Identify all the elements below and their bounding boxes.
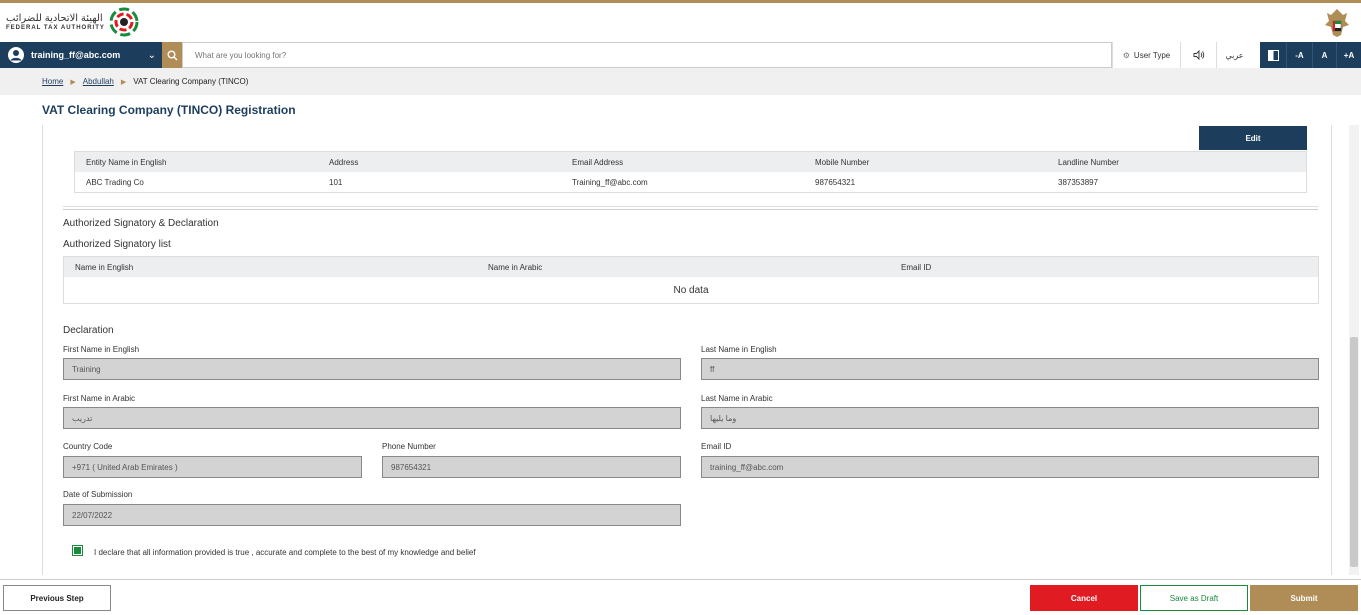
form-footer: Previous Step Cancel Save as Draft Submi… — [0, 579, 1361, 615]
mobile-cell: 987654321 — [815, 177, 856, 187]
search-icon — [167, 50, 177, 60]
user-avatar-icon — [8, 47, 24, 63]
logo-arabic-text: الهيئة الاتحادية للضرائب — [6, 12, 103, 24]
user-type-label: User Type — [1133, 50, 1171, 60]
search-button[interactable] — [162, 42, 182, 68]
logo-text: الهيئة الاتحادية للضرائب FEDERAL TAX AUT… — [6, 13, 105, 32]
last-name-en-label: Last Name in English — [701, 345, 777, 354]
checkbox-checked-mark — [74, 547, 81, 554]
email-id-field[interactable]: training_ff@abc.com — [701, 456, 1319, 478]
save-as-draft-button[interactable]: Save as Draft — [1140, 585, 1248, 611]
font-decrease-button[interactable]: -A — [1286, 42, 1312, 68]
table-header-row: Name in English Name in Arabic Email ID — [64, 257, 1318, 277]
audio-button[interactable] — [1180, 42, 1216, 68]
cancel-button[interactable]: Cancel — [1030, 585, 1138, 611]
speaker-icon — [1193, 50, 1204, 60]
scrollbar-thumb[interactable] — [1350, 337, 1358, 567]
column-header: Name in Arabic — [488, 262, 543, 272]
column-header: Address — [329, 157, 359, 167]
entity-details-panel: Edit Entity Name in English Address Emai… — [63, 125, 1318, 207]
column-header: Entity Name in English — [86, 157, 167, 167]
submit-button[interactable]: Submit — [1250, 585, 1358, 611]
declaration-title: Declaration — [63, 325, 114, 336]
entity-table: Entity Name in English Address Email Add… — [74, 151, 1307, 193]
table-row: ABC Trading Co 101 Training_ff@abc.com 9… — [75, 172, 1306, 192]
last-name-ar-label: Last Name in Arabic — [701, 394, 773, 403]
chevron-down-icon: ⌄ — [147, 49, 156, 61]
email-id-label: Email ID — [701, 442, 732, 451]
country-code-field[interactable]: +971 ( United Arab Emirates ) — [63, 456, 362, 478]
column-header: Landline Number — [1058, 157, 1119, 167]
authorized-section-title: Authorized Signatory & Declaration — [63, 218, 219, 229]
breadcrumb: Home ▶ Abdullah ▶ VAT Clearing Company (… — [0, 68, 1361, 95]
signatory-list-title: Authorized Signatory list — [63, 239, 171, 250]
gear-icon: ⚙ — [1122, 50, 1130, 60]
previous-step-button[interactable]: Previous Step — [3, 585, 111, 611]
breadcrumb-home[interactable]: Home — [42, 77, 63, 86]
empty-state: No data — [673, 284, 709, 296]
logo-english-text: FEDERAL TAX AUTHORITY — [6, 24, 105, 31]
first-name-en-field[interactable]: Training — [63, 358, 681, 380]
email-cell: Training_ff@abc.com — [572, 177, 648, 187]
declaration-checkbox[interactable] — [72, 545, 83, 556]
fta-logo[interactable]: الهيئة الاتحادية للضرائب FEDERAL TAX AUT… — [6, 7, 139, 37]
column-header: Email ID — [901, 262, 932, 272]
column-header: Name in English — [75, 262, 134, 272]
page-title: VAT Clearing Company (TINCO) Registratio… — [42, 103, 296, 117]
address-cell: 101 — [329, 177, 343, 187]
signatory-table: Name in English Name in Arabic Email ID … — [63, 256, 1319, 304]
first-name-en-label: First Name in English — [63, 345, 140, 354]
form-content: Edit Entity Name in English Address Emai… — [42, 125, 1332, 575]
font-increase-button[interactable]: +A — [1336, 42, 1361, 68]
section-divider — [63, 209, 1318, 210]
landline-cell: 387353897 — [1058, 177, 1099, 187]
search-box — [182, 42, 1112, 68]
edit-button[interactable]: Edit — [1199, 126, 1307, 150]
table-header-row: Entity Name in English Address Email Add… — [75, 152, 1306, 172]
breadcrumb-arrow-icon: ▶ — [70, 78, 76, 86]
contrast-icon — [1267, 49, 1279, 61]
site-header: الهيئة الاتحادية للضرائب FEDERAL TAX AUT… — [0, 3, 1361, 42]
last-name-en-field[interactable]: ff — [701, 358, 1319, 380]
breadcrumb-abdullah[interactable]: Abdullah — [83, 77, 114, 86]
date-of-submission-field[interactable]: 22/07/2022 — [63, 504, 681, 526]
declaration-text: I declare that all information provided … — [94, 548, 476, 557]
user-type-selector[interactable]: ⚙ User Type — [1112, 42, 1180, 68]
top-navbar: training_ff@abc.com ⌄ ⚙ User Type عربي -… — [0, 42, 1361, 68]
font-normal-button[interactable]: A — [1312, 42, 1336, 68]
page-scrollbar[interactable] — [1349, 125, 1359, 575]
language-toggle[interactable]: عربي — [1216, 42, 1252, 68]
uae-emblem-icon — [1325, 9, 1349, 37]
column-header: Email Address — [572, 157, 624, 167]
date-of-submission-label: Date of Submission — [63, 490, 133, 499]
contrast-button[interactable] — [1252, 42, 1286, 68]
first-name-ar-label: First Name in Arabic — [63, 394, 136, 403]
search-input[interactable] — [195, 50, 595, 60]
first-name-ar-field[interactable]: تدريب — [63, 407, 681, 429]
user-email: training_ff@abc.com — [31, 50, 121, 60]
breadcrumb-arrow-icon: ▶ — [120, 78, 127, 86]
entity-name-cell: ABC Trading Co — [86, 177, 144, 187]
phone-number-field[interactable]: 987654321 — [382, 456, 681, 478]
last-name-ar-field[interactable]: وما يليها — [701, 407, 1319, 429]
breadcrumb-current: VAT Clearing Company (TINCO) — [133, 77, 249, 86]
phone-number-label: Phone Number — [382, 442, 436, 451]
country-code-label: Country Code — [63, 442, 113, 451]
fta-emblem-icon — [109, 7, 139, 37]
column-header: Mobile Number — [815, 157, 870, 167]
user-menu[interactable]: training_ff@abc.com ⌄ — [0, 42, 162, 68]
